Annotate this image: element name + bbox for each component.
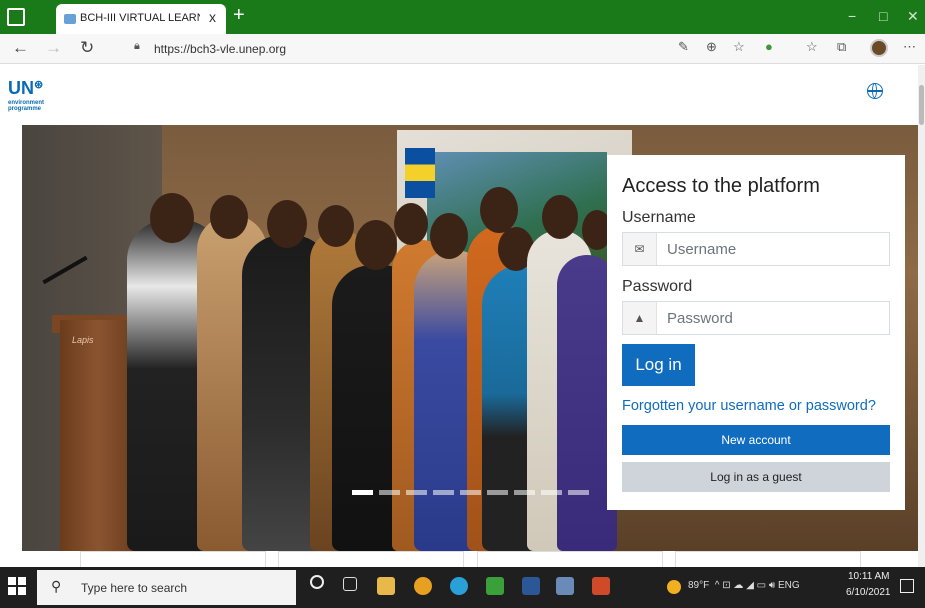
carousel-dot[interactable] xyxy=(514,490,535,495)
back-arrow-icon[interactable]: ← xyxy=(12,38,29,58)
unep-logo[interactable]: UN⊛ environment programme xyxy=(8,78,68,118)
page-scrollbar[interactable] xyxy=(918,65,925,567)
clock-date[interactable]: 6/10/2021 xyxy=(846,587,891,598)
feature-card[interactable] xyxy=(675,551,861,567)
forgot-password-link[interactable]: Forgotten your username or password? xyxy=(622,398,876,414)
address-field[interactable]: 🔒︎ https://bch3-vle.unep.org xyxy=(128,38,668,60)
tab-actions-icon[interactable] xyxy=(7,8,25,26)
edge-icon[interactable] xyxy=(450,577,468,595)
carousel-dot[interactable] xyxy=(487,490,508,495)
person-head xyxy=(542,195,578,239)
url-text[interactable]: https://bch3-vle.unep.org xyxy=(154,42,286,56)
un-emblem-icon: ⊛ xyxy=(34,79,44,91)
person-head xyxy=(318,205,354,247)
lock-icon: ▲ xyxy=(623,302,657,334)
carousel-dot[interactable] xyxy=(541,490,562,495)
site-header: UN⊛ environment programme xyxy=(0,65,920,125)
browser-tab-bar: BCH-III VIRTUAL LEARNING ENVI x + − □ ✕ xyxy=(0,0,925,34)
password-field[interactable]: ▲ Password xyxy=(622,301,890,335)
app-icon[interactable] xyxy=(486,577,504,595)
carousel-dot[interactable] xyxy=(568,490,589,495)
favorites-list-icon[interactable]: ☆ xyxy=(806,39,818,55)
feature-card[interactable] xyxy=(477,551,663,567)
refresh-icon[interactable]: ↻ xyxy=(80,38,94,58)
system-tray[interactable]: 89°F ^ ⊡ ☁ ◢ ▭ 🔊︎ ENG xyxy=(688,580,800,591)
favorite-star-icon[interactable]: ☆ xyxy=(733,39,745,55)
user-card-icon: ✉ xyxy=(623,233,657,265)
more-menu-icon[interactable]: ⋯ xyxy=(903,39,916,55)
password-placeholder[interactable]: Password xyxy=(667,310,733,327)
guest-login-button[interactable]: Log in as a guest xyxy=(622,462,890,492)
username-field[interactable]: ✉ Username xyxy=(622,232,890,266)
person-head xyxy=(150,193,194,243)
language-globe-icon[interactable] xyxy=(867,83,883,99)
read-aloud-icon[interactable]: ✎ xyxy=(678,39,689,55)
flag-image xyxy=(405,148,435,198)
person-head xyxy=(480,187,518,233)
person-head xyxy=(355,220,397,270)
site-favicon-icon xyxy=(64,14,76,24)
logo-main-text: UN⊛ xyxy=(8,78,44,98)
weather-icon[interactable] xyxy=(667,580,681,594)
carousel-dot[interactable] xyxy=(352,490,373,495)
scrollbar-thumb[interactable] xyxy=(919,85,924,125)
login-button[interactable]: Log in xyxy=(622,344,695,386)
tab-title: BCH-III VIRTUAL LEARNING ENVI xyxy=(80,12,200,24)
feature-cards-strip xyxy=(22,551,918,567)
word-icon[interactable] xyxy=(522,577,540,595)
task-view-icon[interactable] xyxy=(343,577,357,591)
logo-subtitle: environment programme xyxy=(8,100,44,112)
login-panel: Access to the platform Username ✉ Userna… xyxy=(607,155,905,510)
extension-icon[interactable]: ● xyxy=(765,39,773,54)
clock-time[interactable]: 10:11 AM xyxy=(848,571,890,582)
forward-arrow-icon[interactable]: → xyxy=(45,38,62,58)
lock-icon[interactable]: 🔒︎ xyxy=(134,40,140,53)
maximize-button[interactable]: □ xyxy=(879,8,887,24)
file-explorer-icon[interactable] xyxy=(377,577,395,595)
taskbar-search-placeholder[interactable]: Type here to search xyxy=(81,581,187,595)
minimize-button[interactable]: − xyxy=(848,8,856,24)
zoom-icon[interactable]: ⊕ xyxy=(706,39,717,55)
feature-card[interactable] xyxy=(278,551,464,567)
cortana-icon[interactable] xyxy=(310,575,324,589)
windows-start-icon[interactable] xyxy=(8,577,26,595)
feature-card[interactable] xyxy=(80,551,266,567)
new-tab-button[interactable]: + xyxy=(233,4,245,27)
carousel-dot[interactable] xyxy=(460,490,481,495)
language-indicator[interactable]: ENG xyxy=(778,580,800,591)
close-window-button[interactable]: ✕ xyxy=(907,8,919,25)
browser-tab[interactable]: BCH-III VIRTUAL LEARNING ENVI x xyxy=(56,4,226,34)
app-icon[interactable] xyxy=(556,577,574,595)
address-toolbar: ← → ↻ 🔒︎ https://bch3-vle.unep.org ✎ ⊕ ☆… xyxy=(0,34,925,64)
taskbar-search[interactable]: ⚲ Type here to search xyxy=(37,570,296,605)
profile-avatar[interactable] xyxy=(870,39,888,57)
powerpoint-icon[interactable] xyxy=(592,577,610,595)
login-title: Access to the platform xyxy=(622,175,820,197)
collections-icon[interactable]: ⧉ xyxy=(837,39,846,55)
carousel-indicators xyxy=(352,490,592,496)
carousel-dot[interactable] xyxy=(406,490,427,495)
notification-icon[interactable] xyxy=(900,579,914,593)
person-head xyxy=(430,213,468,259)
new-account-button[interactable]: New account xyxy=(622,425,890,455)
person-head xyxy=(210,195,248,239)
logo-sub-line-2: programme xyxy=(8,106,42,112)
podium-label: Lapis xyxy=(72,335,94,345)
person-head xyxy=(267,200,307,248)
tab-close-icon[interactable]: x xyxy=(209,9,216,25)
username-label: Username xyxy=(622,209,696,226)
weather-temp: 89°F xyxy=(688,580,710,591)
person-head xyxy=(394,203,428,245)
chrome-icon[interactable] xyxy=(414,577,432,595)
carousel-dot[interactable] xyxy=(433,490,454,495)
search-icon: ⚲ xyxy=(51,578,62,594)
carousel-dot[interactable] xyxy=(379,490,400,495)
password-label: Password xyxy=(622,278,693,295)
windows-taskbar: ⚲ Type here to search 89°F ^ ⊡ ☁ ◢ ▭ 🔊︎ … xyxy=(0,567,925,608)
username-placeholder[interactable]: Username xyxy=(667,241,736,258)
